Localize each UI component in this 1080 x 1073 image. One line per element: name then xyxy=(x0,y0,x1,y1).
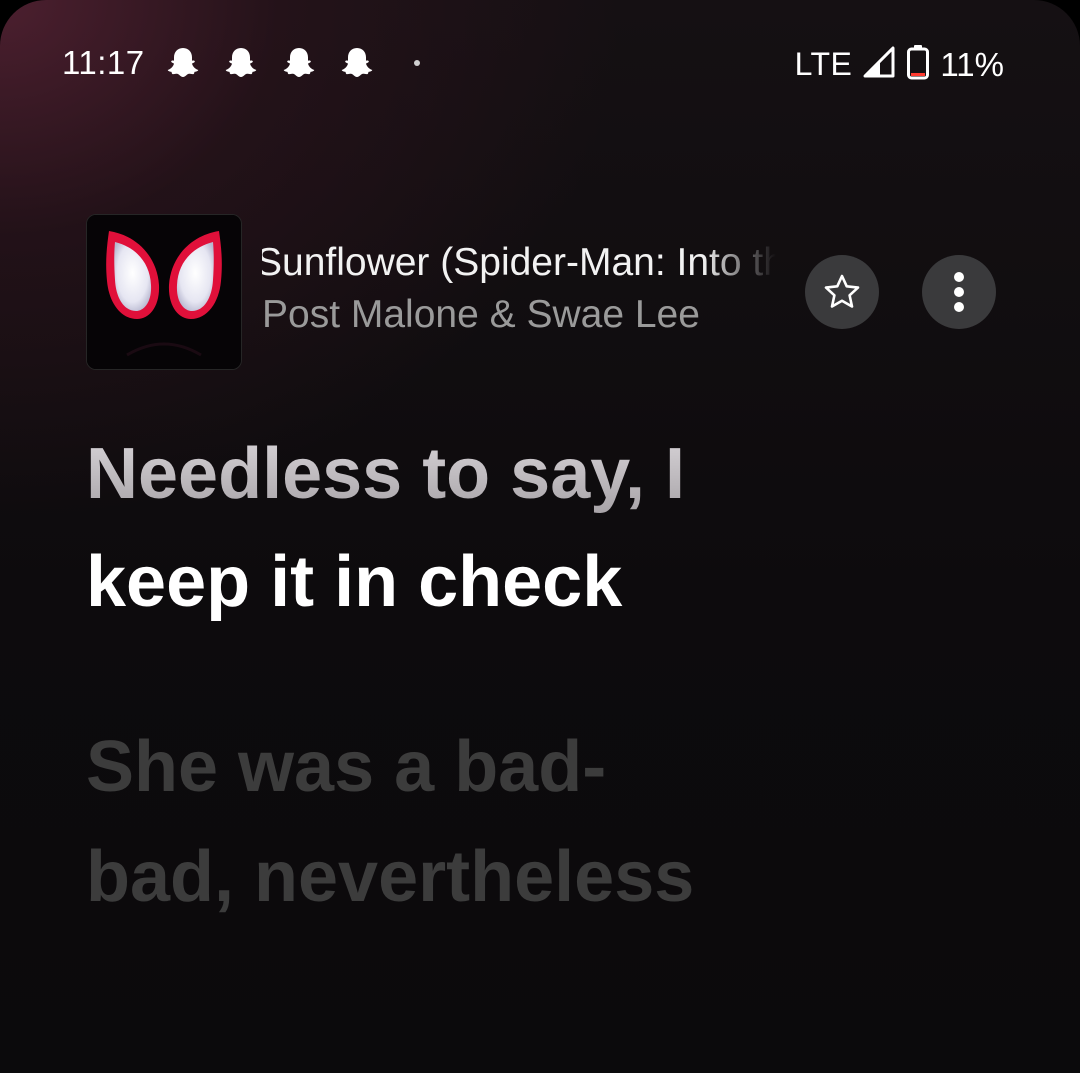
status-bar: 11:17 LTE 11% xyxy=(0,0,1080,130)
network-type: LTE xyxy=(794,46,853,82)
status-right: LTE 11% xyxy=(795,44,1004,85)
album-art[interactable] xyxy=(86,214,242,370)
battery-low-icon xyxy=(906,44,930,85)
lyric-next-line[interactable]: She was a bad-bad, nevertheless xyxy=(86,712,706,932)
lyric-active-segment: keep it in check xyxy=(86,542,623,622)
snapchat-ghost-icon xyxy=(224,46,258,80)
status-time: 11:17 xyxy=(62,44,145,81)
snapchat-ghost-icon xyxy=(282,46,316,80)
track-info[interactable]: Sunflower (Spider-Man: Into the Spider-V… xyxy=(262,238,776,342)
favorite-button[interactable] xyxy=(805,255,879,329)
lyric-sung-segment: Needless to say, I xyxy=(86,434,685,514)
lyrics-view[interactable]: Needless to say, I keep it in check She … xyxy=(86,420,986,932)
cellular-signal-icon xyxy=(862,45,896,84)
more-options-button[interactable] xyxy=(922,255,996,329)
more-vertical-icon xyxy=(953,270,965,314)
track-artist: Post Malone & Swae Lee xyxy=(262,293,700,336)
snapchat-ghost-icon xyxy=(166,46,200,80)
battery-percent: 11% xyxy=(940,45,1004,83)
star-outline-icon xyxy=(822,272,862,312)
more-notifications-dot xyxy=(414,60,420,66)
notification-icons xyxy=(166,46,420,80)
snapchat-ghost-icon xyxy=(340,46,374,80)
lyrics-screen: 11:17 LTE 11% Sunflower (Spider-Man: Int… xyxy=(0,0,1080,1073)
track-title: Sunflower (Spider-Man: Into the Spider-V… xyxy=(262,241,776,284)
lyric-current-line[interactable]: Needless to say, I keep it in check xyxy=(86,420,846,636)
